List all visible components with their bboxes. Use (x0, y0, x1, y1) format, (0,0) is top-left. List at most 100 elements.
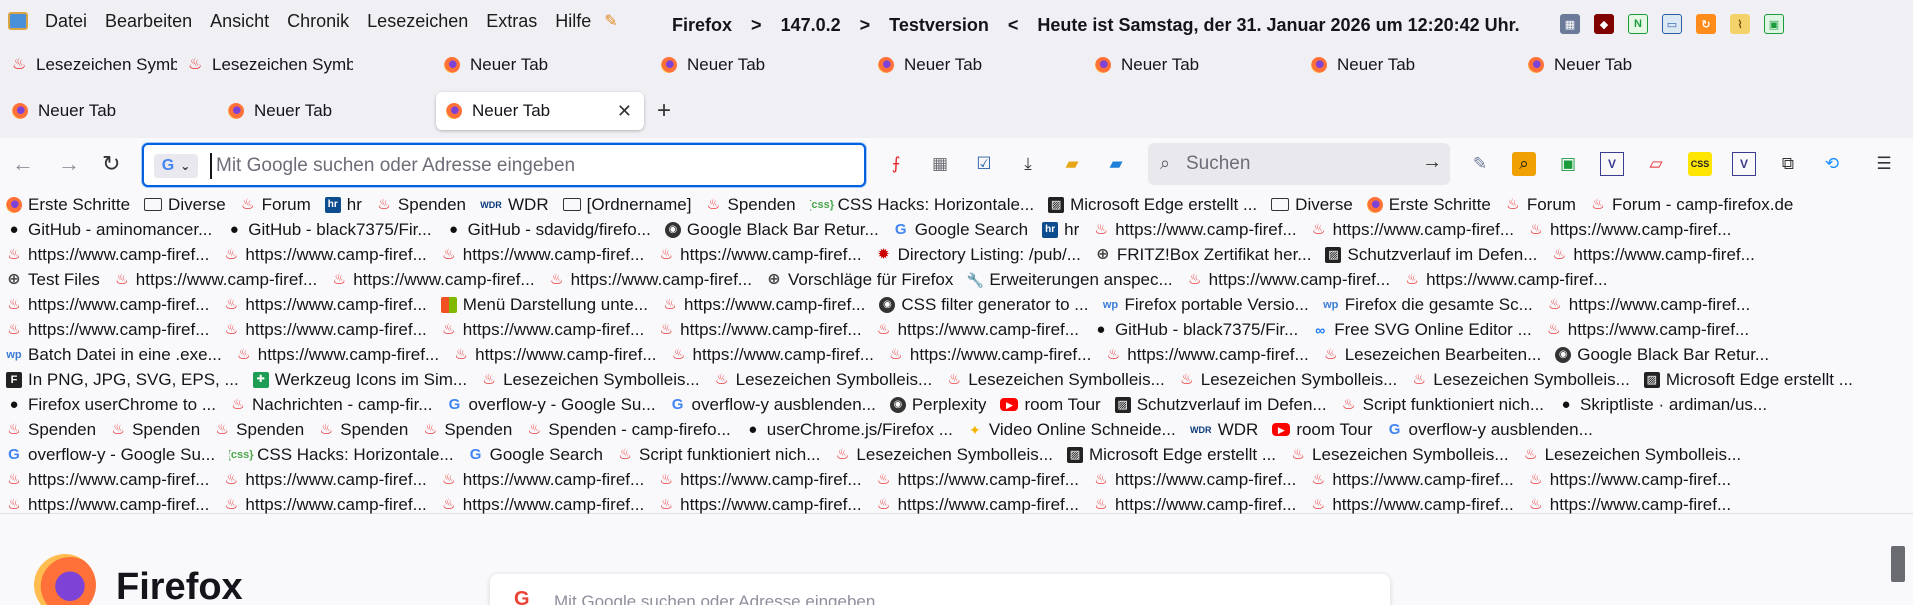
bookmark-item[interactable]: ♨ https://www.camp-firef... (662, 295, 865, 315)
url-input[interactable] (210, 153, 850, 179)
bookmark-item[interactable]: ● GitHub - sdavidg/firefo... (446, 220, 651, 240)
bookmark-item[interactable]: ● userChrome.js/Firefox ... (745, 420, 953, 440)
bookmark-item[interactable]: ♨ Lesezeichen Symbolleis... (1411, 370, 1630, 390)
hamburger-menu-icon[interactable]: ☰ (1872, 152, 1896, 176)
screenshot-icon[interactable]: ▣ (1556, 152, 1580, 176)
forward-button[interactable]: → (58, 152, 80, 176)
bookmark-item[interactable]: ♨ Lesezeichen Symbolleis... (1290, 445, 1508, 465)
tab[interactable]: ♨ Lesezeichen Symboll (12, 46, 177, 84)
bookmark-item[interactable]: ⊕ FRITZ!Box Zertifikat her... (1095, 245, 1311, 265)
screenshot-icon[interactable]: ▣ (1764, 14, 1784, 34)
bookmark-item[interactable]: Goverflow-y - Google Su... (6, 445, 215, 465)
bookmark-item[interactable]: hr hr (1042, 220, 1079, 240)
search-bar[interactable]: ⌕ → (1148, 143, 1450, 185)
bookmark-item[interactable]: ♨ https://www.camp-firef... (223, 295, 427, 315)
bookmark-item[interactable]: ♨ Script funktioniert nich... (1341, 395, 1544, 415)
bookmark-item[interactable]: wp Batch Datei in eine .exe... (6, 345, 221, 365)
bookmark-item[interactable]: Goverflow-y ausblenden... (670, 395, 876, 415)
bookmark-item[interactable]: 🔧 Erweiterungen anspec... (967, 270, 1172, 290)
bookmark-item[interactable]: WDR WDR (480, 195, 548, 215)
bookmark-item[interactable]: ♨ https://www.camp-firef... (1404, 270, 1607, 290)
bookmark-item[interactable]: ♨ https://www.camp-firef... (6, 320, 209, 340)
bookmark-item[interactable]: ♨ https://www.camp-firef... (441, 245, 644, 265)
bookmark-item[interactable]: Erste Schritte (1366, 195, 1491, 215)
bookmark-item[interactable]: ♨ Spenden - camp-firefo... (526, 420, 731, 440)
bookmark-item[interactable]: ♨ https://www.camp-firef... (1093, 495, 1296, 515)
bookmark-item[interactable]: ♨ Spenden (376, 195, 466, 215)
bookmark-item[interactable]: ▨ Microsoft Edge erstellt ... (1066, 445, 1276, 465)
magnifier-addon-icon[interactable]: ⌕ (1512, 152, 1536, 176)
bookmark-item[interactable]: {css} CSS Hacks: Horizontale... (810, 195, 1035, 215)
bookmark-item[interactable]: ♨ https://www.camp-firef... (876, 495, 1079, 515)
bookmark-item[interactable]: ♨ https://www.camp-firef... (1310, 470, 1514, 490)
bookmark-item[interactable]: ♨ https://www.camp-firef... (876, 320, 1079, 340)
menu-chronik[interactable]: Chronik (278, 0, 358, 42)
bookmark-item[interactable]: ● GitHub - aminomancer... (6, 220, 212, 240)
bookmark-item[interactable]: ✹ Directory Listing: /pub/... (876, 245, 1081, 265)
menu-datei[interactable]: Datei (36, 0, 96, 42)
bookmark-item[interactable]: ▨ Microsoft Edge erstellt ... (1643, 370, 1853, 390)
bookmark-item[interactable]: ● GitHub - black7375/Fir... (226, 220, 432, 240)
bookmark-item[interactable]: ♨ https://www.camp-firef... (1093, 220, 1297, 240)
bookmark-item[interactable]: ♨ https://www.camp-firef... (441, 495, 644, 515)
bookmark-item[interactable]: Diverse (144, 195, 226, 215)
bookmark-item[interactable]: wp Firefox portable Versio... (1102, 295, 1309, 315)
calendar-icon[interactable]: ▦ (1560, 14, 1580, 34)
bookmark-item[interactable]: ♨ Spenden (422, 420, 513, 440)
bookmark-item[interactable]: ♨ Spenden (318, 420, 409, 440)
bookmark-item[interactable]: Diverse (1271, 195, 1353, 215)
bookmark-item[interactable]: ♨ https://www.camp-firef... (441, 470, 644, 490)
bookmark-item[interactable]: ♨ https://www.camp-firef... (658, 495, 861, 515)
bookmark-item[interactable]: ◉ Google Black Bar Retur... (1555, 345, 1769, 365)
sync-icon[interactable]: ⟲ (1820, 152, 1844, 176)
search-input[interactable] (1186, 151, 1386, 177)
bookmark-item[interactable]: ⊕ Vorschläge für Firefox (766, 270, 953, 290)
bookmark-item[interactable]: ♨ Spenden (214, 420, 304, 440)
extensions-icon[interactable]: ⧉ (1776, 152, 1800, 176)
search-engine-selector[interactable]: G ⌄ (154, 154, 198, 178)
bookmark-item[interactable]: ▨ Schutzverlauf im Defen... (1325, 245, 1537, 265)
tab[interactable]: Neuer Tab (1528, 46, 1693, 84)
page-search-box[interactable]: G (490, 574, 1390, 605)
bookmark-item[interactable]: hr hr (324, 195, 362, 215)
bookmark-item[interactable]: ♨ https://www.camp-firef... (331, 270, 534, 290)
bookmark-item[interactable]: ✦ Video Online Schneide... (967, 420, 1176, 440)
close-tab-icon[interactable]: ✕ (617, 101, 632, 122)
window-icon[interactable]: ▭ (1662, 14, 1682, 34)
tab[interactable]: Neuer Tab (444, 46, 609, 84)
bookmark-item[interactable]: ♨ https://www.camp-firef... (1528, 495, 1731, 515)
bookmark-item[interactable]: ♨ https://www.camp-firef... (1311, 220, 1514, 240)
broom-icon[interactable]: ⌇ (1730, 14, 1750, 34)
bookmark-item[interactable]: ♨ https://www.camp-firef... (441, 320, 644, 340)
vim-icon[interactable]: V (1600, 152, 1624, 176)
bookmark-item[interactable]: ♨ https://www.camp-firef... (223, 470, 427, 490)
bookmark-item[interactable]: ♨ https://www.camp-firef... (6, 495, 209, 515)
bookmark-item[interactable]: ♨ https://www.camp-firef... (671, 345, 874, 365)
bookmark-item[interactable]: ♨ Lesezeichen Symbolleis... (946, 370, 1164, 390)
menu-extras[interactable]: Extras (477, 0, 546, 42)
bookmark-item[interactable]: {css} CSS Hacks: Horizontale... (229, 445, 454, 465)
tab[interactable]: Neuer Tab (228, 92, 393, 130)
bookmark-item[interactable]: G Google Search (468, 445, 603, 465)
tab[interactable]: Neuer Tab (878, 46, 1043, 84)
bookmark-item[interactable]: G Google Search (893, 220, 1028, 240)
bookmark-item[interactable]: [Ordnername] (562, 195, 692, 215)
bookmark-item[interactable]: ♨ Lesezeichen Bearbeiten... (1323, 345, 1541, 365)
bookmark-item[interactable]: ♨ Lesezeichen Symbolleis... (834, 445, 1053, 465)
notes-icon[interactable]: N (1628, 14, 1648, 34)
bookmark-item[interactable]: ♨ Script funktioniert nich... (617, 445, 820, 465)
bookmark-item[interactable]: ♨ Forum - camp-firefox.de (1590, 195, 1793, 215)
url-bar[interactable]: G ⌄ (142, 143, 866, 187)
refresh-addon-icon[interactable]: ↻ (1696, 14, 1716, 34)
back-button[interactable]: ← (12, 152, 34, 176)
folder-open-icon[interactable]: ▰ (1060, 152, 1084, 176)
bookmark-item[interactable]: ♨ https://www.camp-firef... (223, 245, 427, 265)
bookmark-item[interactable]: ♨ Forum (1505, 195, 1576, 215)
bookmark-item[interactable]: ▶ room Tour (1000, 395, 1101, 415)
script-addon-icon[interactable]: ⨍ (884, 152, 908, 176)
bookmark-item[interactable]: ♨ https://www.camp-firef... (236, 345, 439, 365)
bookmark-item[interactable]: ♨ https://www.camp-firef... (658, 320, 861, 340)
edit-icon[interactable]: ✎ (1468, 152, 1492, 176)
vim-icon[interactable]: V (1732, 152, 1756, 176)
tab[interactable]: Neuer Tab (1095, 46, 1260, 84)
